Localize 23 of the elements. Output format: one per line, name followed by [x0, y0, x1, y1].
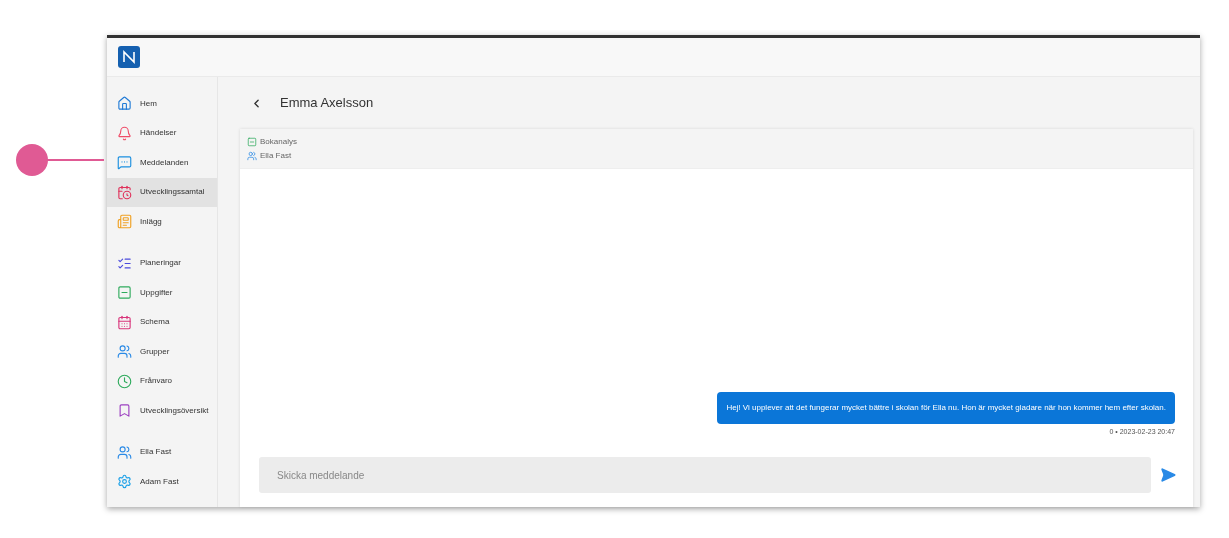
document-icon — [117, 214, 132, 230]
logo-icon — [118, 46, 140, 68]
chat-icon — [117, 155, 132, 171]
message-input[interactable]: Skicka meddelande — [259, 457, 1151, 493]
card-icon — [247, 136, 257, 147]
settings-icon — [117, 474, 132, 490]
calendar-clock-icon — [117, 184, 132, 200]
checklist-icon — [117, 255, 132, 271]
message-bubble: Hej! Vi upplever att det fungerar mycket bättre i skolan för Ella nu. Hon är mycket gladare när hon kommer hem efter skolan. — [717, 391, 1175, 424]
sidebar-item[interactable]: Utvecklingssamtal — [107, 177, 217, 207]
bell-icon — [117, 125, 132, 141]
people-icon — [117, 344, 132, 360]
card-icon — [117, 285, 132, 301]
send-icon[interactable] — [1160, 467, 1176, 483]
clock-icon — [117, 373, 132, 389]
tag-label: Ella Fast — [260, 149, 292, 162]
bookmark-icon — [117, 403, 132, 419]
people-icon — [117, 444, 132, 460]
home-icon — [117, 96, 132, 112]
calendar-icon — [117, 314, 132, 330]
tag-label: Bokanalys — [260, 135, 297, 148]
people-icon — [247, 150, 257, 161]
conversation-title: Emma Axelsson — [280, 94, 374, 113]
